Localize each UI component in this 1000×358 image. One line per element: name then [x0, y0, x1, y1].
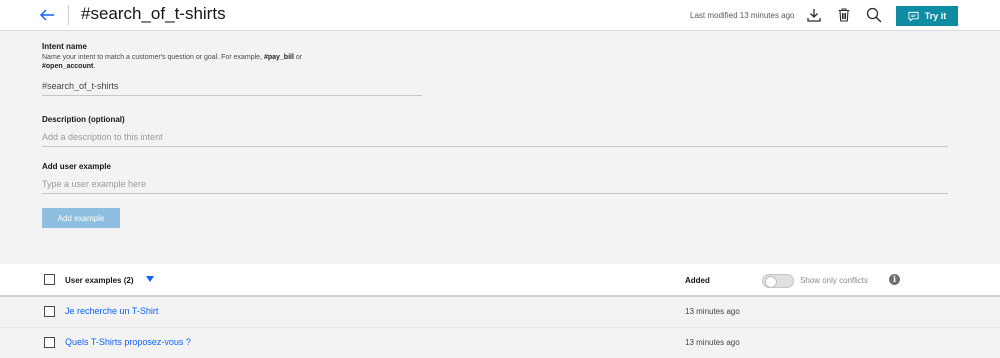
user-example-input[interactable] — [42, 174, 948, 194]
try-it-label: Try it — [924, 11, 947, 21]
show-conflicts-toggle[interactable] — [762, 274, 794, 288]
example-text-link[interactable]: Je recherche un T-Shirt — [65, 306, 158, 316]
trash-icon[interactable] — [836, 7, 852, 23]
header-divider — [68, 5, 69, 25]
search-icon[interactable] — [866, 7, 882, 23]
add-example-button[interactable]: Add example — [42, 208, 120, 228]
show-conflicts-label: Show only conflicts — [800, 276, 869, 285]
download-icon[interactable] — [806, 7, 822, 23]
row-checkbox[interactable] — [44, 306, 55, 317]
info-icon[interactable]: i — [889, 274, 900, 285]
description-input[interactable] — [42, 127, 948, 147]
top-header: #search_of_t-shirts Last modified 13 min… — [0, 0, 1000, 31]
try-it-button[interactable]: Try it — [896, 6, 958, 26]
page-title: #search_of_t-shirts — [81, 4, 226, 23]
last-modified-text: Last modified 13 minutes ago — [690, 11, 795, 20]
intent-name-input[interactable] — [42, 76, 422, 96]
select-all-checkbox[interactable] — [44, 274, 55, 285]
intent-name-help: Name your intent to match a customer's q… — [42, 53, 362, 71]
chat-icon — [908, 11, 919, 22]
intent-help-example-open-account: #open_account — [42, 63, 94, 70]
intent-help-example-pay-bill: #pay_bill — [263, 54, 294, 61]
description-label: Description (optional) — [42, 115, 125, 124]
user-examples-column-header[interactable]: User examples (2) — [65, 276, 133, 285]
intent-name-label: Intent name — [42, 42, 87, 51]
example-added-time: 13 minutes ago — [685, 338, 740, 347]
user-example-label: Add user example — [42, 162, 111, 171]
intent-help-or: or — [293, 54, 303, 61]
intent-help-suffix: . — [93, 63, 96, 70]
example-text-link[interactable]: Quels T-Shirts proposez-vous ? — [65, 337, 191, 347]
added-column-header[interactable]: Added — [685, 276, 710, 285]
back-arrow-icon[interactable] — [38, 6, 56, 24]
row-checkbox[interactable] — [44, 337, 55, 348]
example-added-time: 13 minutes ago — [685, 307, 740, 316]
sort-caret-icon[interactable] — [146, 276, 154, 282]
intent-help-prefix: Name your intent to match a customer's q… — [42, 54, 264, 61]
